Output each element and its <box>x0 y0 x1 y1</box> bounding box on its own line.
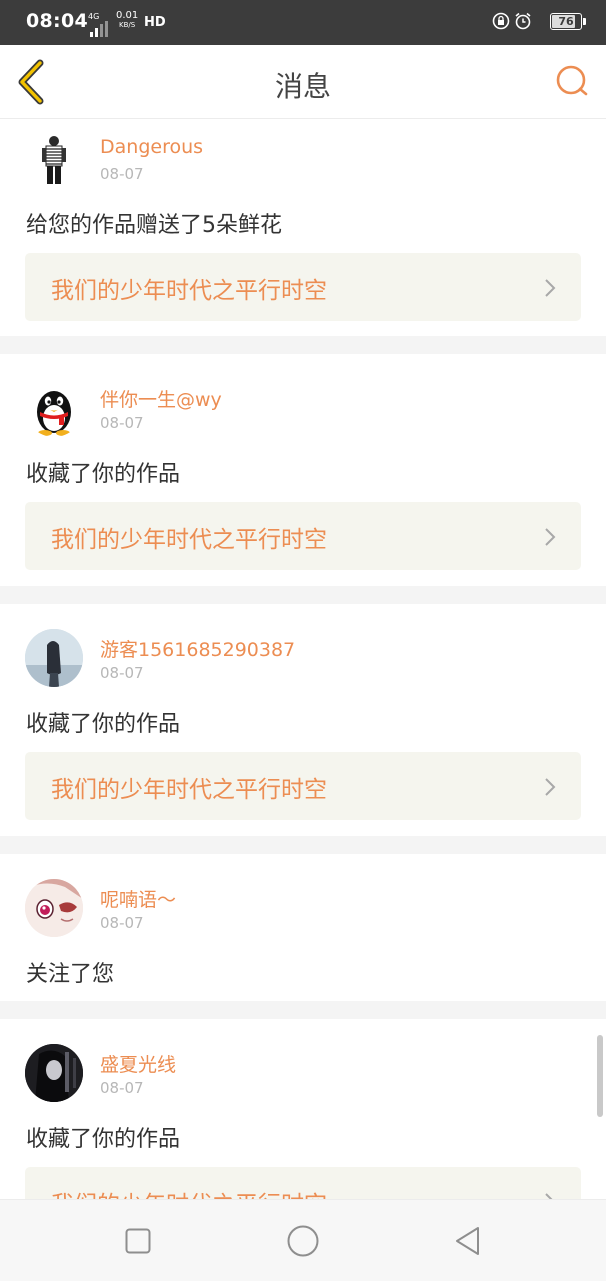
avatar[interactable] <box>25 131 83 189</box>
message-card: Dangerous 08-07 给您的作品赠送了5朵鲜花 我们的少年时代之平行时… <box>0 119 606 336</box>
page-title: 消息 <box>274 70 331 103</box>
user-avatar-image <box>25 1044 83 1102</box>
scrollbar-thumb[interactable] <box>597 1035 603 1117</box>
message-card: 盛夏光线 08-07 收藏了你的作品 我们的少年时代之平行时空 <box>0 1019 606 1199</box>
message-card: 游客1561685290387 08-07 收藏了你的作品 我们的少年时代之平行… <box>0 604 606 836</box>
hd-indicator: HD <box>144 15 166 30</box>
message-card: 呢喃语～ 08-07 关注了您 <box>0 854 606 1001</box>
work-link[interactable]: 我们的少年时代之平行时空 <box>25 502 581 570</box>
work-link[interactable]: 我们的少年时代之平行时空 <box>25 1167 581 1199</box>
user-name[interactable]: 游客1561685290387 <box>100 635 295 662</box>
user-avatar-image <box>37 391 71 436</box>
message-card: 伴你一生@wy 08-07 收藏了你的作品 我们的少年时代之平行时空 <box>0 354 606 586</box>
status-time: 08:04 <box>26 10 88 32</box>
signal-icon <box>90 21 112 37</box>
message-action: 给您的作品赠送了5朵鲜花 <box>26 213 282 238</box>
status-bar: 08:04 4G 0.01 KB/S HD 76 <box>0 0 606 45</box>
message-action: 收藏了你的作品 <box>26 1127 181 1152</box>
message-date: 08-07 <box>100 1079 144 1097</box>
work-link[interactable]: 我们的少年时代之平行时空 <box>25 752 581 820</box>
speed-value: 0.01 <box>116 10 139 21</box>
alarm-icon <box>515 12 531 30</box>
network-speed: 0.01 KB/S <box>116 11 138 30</box>
work-link[interactable]: 我们的少年时代之平行时空 <box>25 253 581 321</box>
network-type: 4G <box>88 12 100 21</box>
user-avatar-image <box>42 136 66 184</box>
chevron-right-icon <box>545 1193 553 1199</box>
user-avatar-image <box>25 629 83 687</box>
chevron-right-icon <box>545 778 556 796</box>
system-navigation-bar <box>0 1199 606 1281</box>
back-triangle-icon[interactable] <box>451 1224 485 1258</box>
message-action: 关注了您 <box>26 962 115 987</box>
chevron-right-icon <box>545 279 556 297</box>
user-name[interactable]: 伴你一生@wy <box>100 385 222 412</box>
user-name[interactable]: 盛夏光线 <box>100 1050 176 1077</box>
recents-square-icon[interactable] <box>121 1224 155 1258</box>
user-name[interactable]: 呢喃语～ <box>100 885 176 912</box>
avatar[interactable] <box>25 1044 83 1102</box>
status-icons: 76 <box>492 12 586 34</box>
work-title: 我们的少年时代之平行时空 <box>51 278 327 304</box>
chevron-right-icon <box>545 528 556 546</box>
avatar[interactable] <box>25 629 83 687</box>
work-title: 我们的少年时代之平行时空 <box>51 1185 327 1199</box>
message-date: 08-07 <box>100 414 144 432</box>
rotation-lock-icon <box>492 12 510 30</box>
avatar[interactable] <box>25 879 83 937</box>
work-title: 我们的少年时代之平行时空 <box>51 777 327 803</box>
home-circle-icon[interactable] <box>286 1224 320 1258</box>
message-date: 08-07 <box>100 165 144 183</box>
message-action: 收藏了你的作品 <box>26 712 181 737</box>
speed-unit: KB/S <box>119 21 136 29</box>
message-date: 08-07 <box>100 664 144 682</box>
message-date: 08-07 <box>100 914 144 932</box>
network-indicator: 4G 0.01 KB/S HD <box>88 9 168 39</box>
search-icon[interactable] <box>554 63 590 99</box>
battery-icon: 76 <box>550 13 586 30</box>
message-list[interactable]: Dangerous 08-07 给您的作品赠送了5朵鲜花 我们的少年时代之平行时… <box>0 119 606 1199</box>
user-avatar-image <box>25 879 83 937</box>
user-name[interactable]: Dangerous <box>100 136 203 158</box>
top-navbar: 消息 <box>0 45 606 119</box>
battery-level: 76 <box>558 15 574 28</box>
work-title: 我们的少年时代之平行时空 <box>51 527 327 553</box>
message-action: 收藏了你的作品 <box>26 462 181 487</box>
avatar[interactable] <box>25 379 83 437</box>
